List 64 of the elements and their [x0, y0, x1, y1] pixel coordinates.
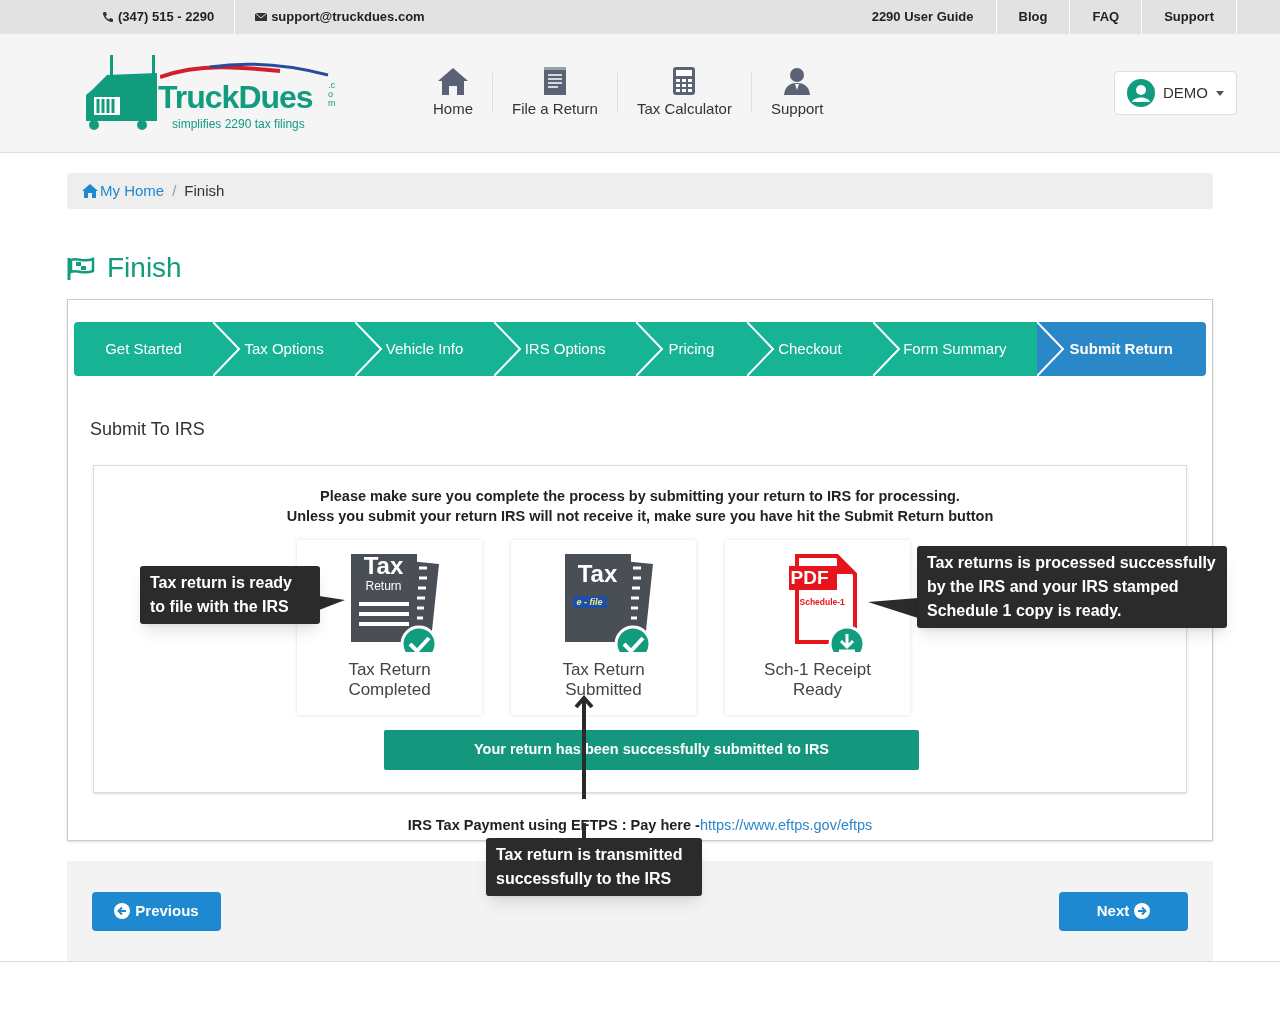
chevron-icon — [873, 322, 902, 376]
tax-document-icon — [348, 552, 439, 652]
icon-label: Return — [364, 580, 403, 592]
callout: Tax return is transmitted successfully to the IRS — [486, 838, 702, 896]
nav-item[interactable]: File a Return — [493, 65, 617, 121]
home-icon — [436, 65, 470, 96]
icon-label: PDF — [790, 568, 829, 587]
nav-item[interactable]: Support — [751, 65, 843, 121]
chevron-icon — [213, 322, 242, 376]
chevron-icon — [494, 322, 523, 376]
callout-pointer — [868, 598, 918, 618]
chevron-icon — [636, 322, 665, 376]
next-button[interactable]: Next — [1059, 891, 1188, 931]
wizard-step[interactable]: Vehicle Info — [355, 322, 495, 376]
logo-suffix: .com — [328, 81, 337, 108]
breadcrumb-separator: / — [172, 180, 177, 201]
icon-label: Tax — [576, 562, 619, 586]
arrow-right-icon — [1134, 903, 1151, 919]
logo-wordmark: TruckDues — [158, 81, 313, 113]
email-link[interactable]: support@truckdues.com — [271, 7, 425, 27]
wizard-step[interactable]: Get Started — [74, 322, 214, 376]
wizard-step[interactable]: Submit Return — [1036, 322, 1206, 376]
success-banner: Your return has been successfully submitted to IRS — [384, 730, 919, 770]
chevron-icon — [1036, 322, 1065, 376]
avatar-icon — [1127, 79, 1155, 107]
arrow-left-icon — [114, 903, 131, 919]
home-icon — [82, 184, 98, 198]
chevron-icon — [746, 322, 775, 376]
wizard-step[interactable]: Form Summary — [873, 322, 1037, 376]
section-title: Submit To IRS — [90, 418, 206, 441]
flag-icon — [67, 256, 95, 280]
card-label: Sch-1 Receipt Ready — [763, 660, 872, 700]
notice-text: Please make sure you complete the process by submitting your return to IRS for processing. — [319, 487, 961, 506]
callout: Tax returns is processed successfully by the IRS and your IRS stamped Schedule 1 copy is ready. — [917, 546, 1227, 628]
icon-label: Schedule-1 — [799, 598, 845, 607]
document-icon — [542, 65, 567, 96]
logo-tagline: simplifies 2290 tax filings — [172, 116, 305, 133]
breadcrumb-current: Finish — [184, 180, 225, 201]
eftps-link[interactable]: https://www.eftps.gov/eftps — [699, 817, 873, 833]
card-label: Tax Return Submitted — [561, 660, 646, 700]
person-icon — [782, 65, 813, 96]
caret-icon — [1216, 90, 1224, 96]
wizard-step[interactable]: Pricing — [636, 322, 747, 376]
tax-document-icon — [562, 552, 653, 652]
user-menu[interactable]: DEMO — [1114, 71, 1237, 115]
phone-icon — [102, 11, 114, 23]
nav-item[interactable]: Tax Calculator — [617, 65, 751, 121]
previous-button[interactable]: Previous — [92, 891, 221, 931]
page-title: Finish — [107, 251, 182, 285]
chevron-icon — [355, 322, 384, 376]
wizard-step[interactable]: Tax Options — [213, 322, 356, 376]
envelope-icon — [255, 12, 268, 22]
phone-number[interactable]: (347) 515 - 2290 — [118, 7, 215, 27]
wizard-step[interactable]: IRS Options — [494, 322, 637, 376]
card-label: Tax Return Completed — [347, 660, 432, 700]
callout: Tax return is ready to file with the IRS — [140, 566, 320, 624]
callout-pointer — [319, 596, 345, 610]
notice-text: Unless you submit your return IRS will not receive it, make sure you have hit the Submit Return button — [285, 507, 995, 526]
icon-label: Tax — [362, 554, 405, 578]
calculator-icon — [672, 65, 697, 96]
wizard-step[interactable]: Checkout — [746, 322, 874, 376]
efile-badge: e - file — [572, 596, 607, 608]
nav-item[interactable]: Home — [414, 65, 492, 121]
breadcrumb-link[interactable]: My Home — [100, 179, 165, 203]
